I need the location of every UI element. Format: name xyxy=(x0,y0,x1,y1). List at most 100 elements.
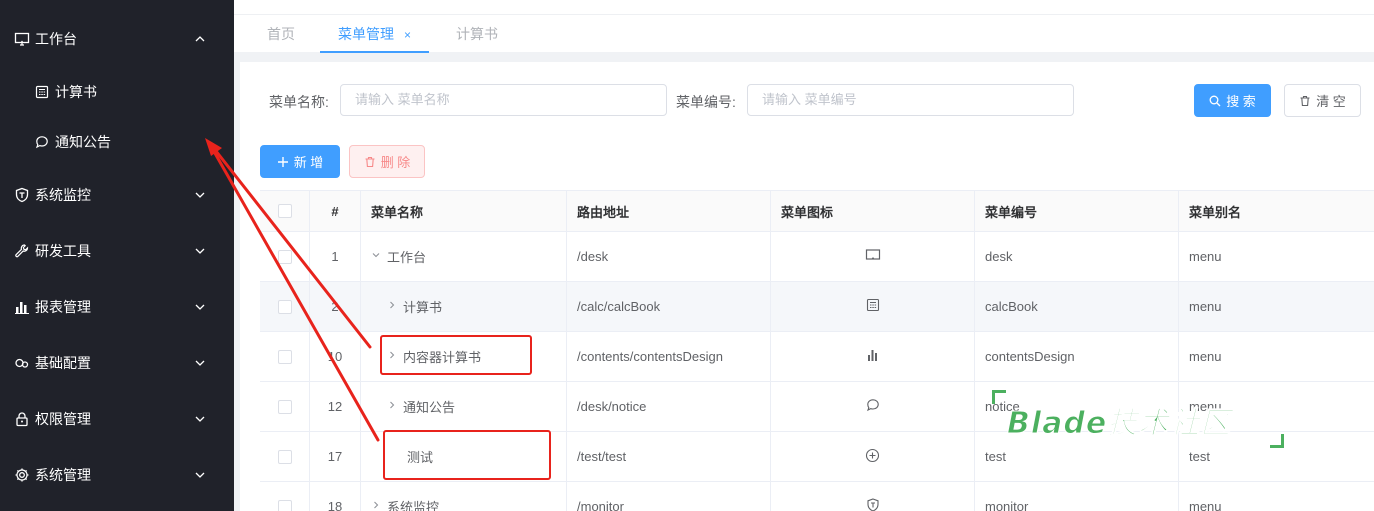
row-select-cell xyxy=(260,432,310,481)
plus-icon xyxy=(277,156,289,168)
tab-menu-management[interactable]: 菜单管理 × xyxy=(320,15,430,53)
header-icon: 菜单图标 xyxy=(771,191,975,231)
header-name: 菜单名称 xyxy=(361,191,567,231)
menu-code-label: 菜单编号: xyxy=(676,94,736,110)
row-code: desk xyxy=(975,232,1179,281)
watermark-corner xyxy=(992,390,1006,404)
sidebar-item-permissions[interactable]: 权限管理 xyxy=(0,391,234,447)
row-checkbox[interactable] xyxy=(277,349,292,364)
annotation-box-content-calcbook xyxy=(380,335,532,375)
wrench-icon xyxy=(14,243,30,259)
chevron-down-icon xyxy=(192,355,208,371)
sidebar-item-dev-tools[interactable]: 研发工具 xyxy=(0,223,234,279)
delete-button[interactable]: 删 除 xyxy=(349,145,425,178)
row-icon-cell xyxy=(771,382,975,431)
link-icon xyxy=(14,355,30,371)
row-icon-cell xyxy=(771,282,975,331)
row-index: 10 xyxy=(310,332,361,381)
chat-bubble-icon xyxy=(34,134,50,150)
chevron-down-icon xyxy=(192,243,208,259)
row-name: 计算书 xyxy=(403,300,443,315)
tab-label: 计算书 xyxy=(456,26,498,42)
row-select-cell xyxy=(260,482,310,511)
tab-label: 菜单管理 xyxy=(338,26,394,42)
annotation-box-test xyxy=(383,430,551,480)
search-button[interactable]: 搜 索 xyxy=(1194,84,1271,117)
row-alias: menu xyxy=(1189,249,1222,264)
chevron-right-icon[interactable] xyxy=(387,400,399,413)
table-row[interactable]: 18 系统监控 /monitor monitor menu xyxy=(260,482,1374,511)
header-code: 菜单编号 xyxy=(975,191,1179,231)
row-select-cell xyxy=(260,332,310,381)
watermark-corner xyxy=(1270,434,1284,448)
sidebar-item-system-admin[interactable]: 系统管理 xyxy=(0,447,234,503)
row-icon-cell xyxy=(771,432,975,481)
sidebar-subitem-notice[interactable]: 通知公告 xyxy=(0,117,234,167)
table-header: # 菜单名称 路由地址 菜单图标 菜单编号 菜单别名 xyxy=(260,191,1374,232)
sidebar-item-workbench[interactable]: 工作台 xyxy=(0,11,234,67)
header-alias: 菜单别名 xyxy=(1189,204,1242,220)
row-checkbox[interactable] xyxy=(277,299,292,314)
clear-button-label: 清 空 xyxy=(1316,94,1346,109)
row-name: 工作台 xyxy=(387,250,427,265)
row-index: 18 xyxy=(310,482,361,511)
tab-calcbook[interactable]: 计算书 xyxy=(456,15,498,53)
row-index: 2 xyxy=(310,282,361,331)
row-path: /desk xyxy=(567,232,771,281)
bar-chart-icon xyxy=(866,348,880,365)
chevron-down-icon[interactable] xyxy=(371,250,383,263)
bar-chart-icon xyxy=(14,299,30,315)
delete-button-label: 删 除 xyxy=(380,155,411,170)
sidebar-item-reports[interactable]: 报表管理 xyxy=(0,279,234,335)
row-icon-cell xyxy=(771,482,975,511)
row-select-cell xyxy=(260,232,310,281)
menu-name-input[interactable]: 请输入 菜单名称 xyxy=(340,84,667,116)
chevron-down-icon xyxy=(192,411,208,427)
row-name-cell: 工作台 xyxy=(361,232,567,281)
chevron-down-icon xyxy=(192,467,208,483)
row-name: 通知公告 xyxy=(403,400,456,415)
row-name-cell: 计算书 xyxy=(361,282,567,331)
lock-icon xyxy=(14,411,30,427)
menu-code-input[interactable]: 请输入 菜单编号 xyxy=(747,84,1074,116)
row-select-cell xyxy=(260,282,310,331)
row-path: /desk/notice xyxy=(567,382,771,431)
chat-bubble-icon xyxy=(866,398,880,415)
table-row[interactable]: 1 工作台 /desk desk menu xyxy=(260,232,1374,282)
sidebar-item-label: 基础配置 xyxy=(35,355,91,371)
row-checkbox[interactable] xyxy=(277,449,292,464)
search-button-label: 搜 索 xyxy=(1226,94,1256,109)
table-row[interactable]: 2 计算书 /calc/calcBook calcBook menu xyxy=(260,282,1374,332)
menu-table: # 菜单名称 路由地址 菜单图标 菜单编号 菜单别名 1 工作台 /desk d… xyxy=(260,190,1374,511)
row-index: 1 xyxy=(310,232,361,281)
row-index: 17 xyxy=(310,432,361,481)
sidebar-item-system-monitor[interactable]: 系统监控 xyxy=(0,167,234,223)
sidebar-item-label: 报表管理 xyxy=(35,299,91,315)
chevron-right-icon[interactable] xyxy=(387,300,399,313)
row-checkbox[interactable] xyxy=(277,399,292,414)
sidebar-item-label: 研发工具 xyxy=(35,243,91,259)
sidebar: 工作台 计算书 通知公告 系统监控 研发工具 报表管理 基础配置 权限管理 系统… xyxy=(0,0,234,511)
calculator-icon xyxy=(866,298,880,315)
plus-circle-icon xyxy=(865,448,880,466)
trash-icon xyxy=(364,156,376,168)
monitor-icon xyxy=(865,247,881,266)
close-icon[interactable]: × xyxy=(404,28,411,42)
sidebar-subitem-calcbook[interactable]: 计算书 xyxy=(0,67,234,117)
row-alias: menu xyxy=(1189,499,1222,511)
row-name: 系统监控 xyxy=(387,500,440,511)
clear-button[interactable]: 清 空 xyxy=(1284,84,1361,117)
add-button-label: 新 增 xyxy=(293,155,324,170)
chevron-right-icon[interactable] xyxy=(371,500,383,511)
add-button[interactable]: 新 增 xyxy=(260,145,340,178)
tab-home[interactable]: 首页 xyxy=(267,15,295,53)
row-checkbox[interactable] xyxy=(277,499,292,511)
gear-icon xyxy=(14,467,30,483)
row-code: calcBook xyxy=(975,282,1179,331)
top-header xyxy=(234,0,1374,14)
row-checkbox[interactable] xyxy=(277,249,292,264)
select-all-checkbox[interactable] xyxy=(277,204,292,218)
header-path: 路由地址 xyxy=(567,191,771,231)
sidebar-item-base-config[interactable]: 基础配置 xyxy=(0,335,234,391)
tab-bar: 首页 菜单管理 × 计算书 xyxy=(234,14,1374,53)
